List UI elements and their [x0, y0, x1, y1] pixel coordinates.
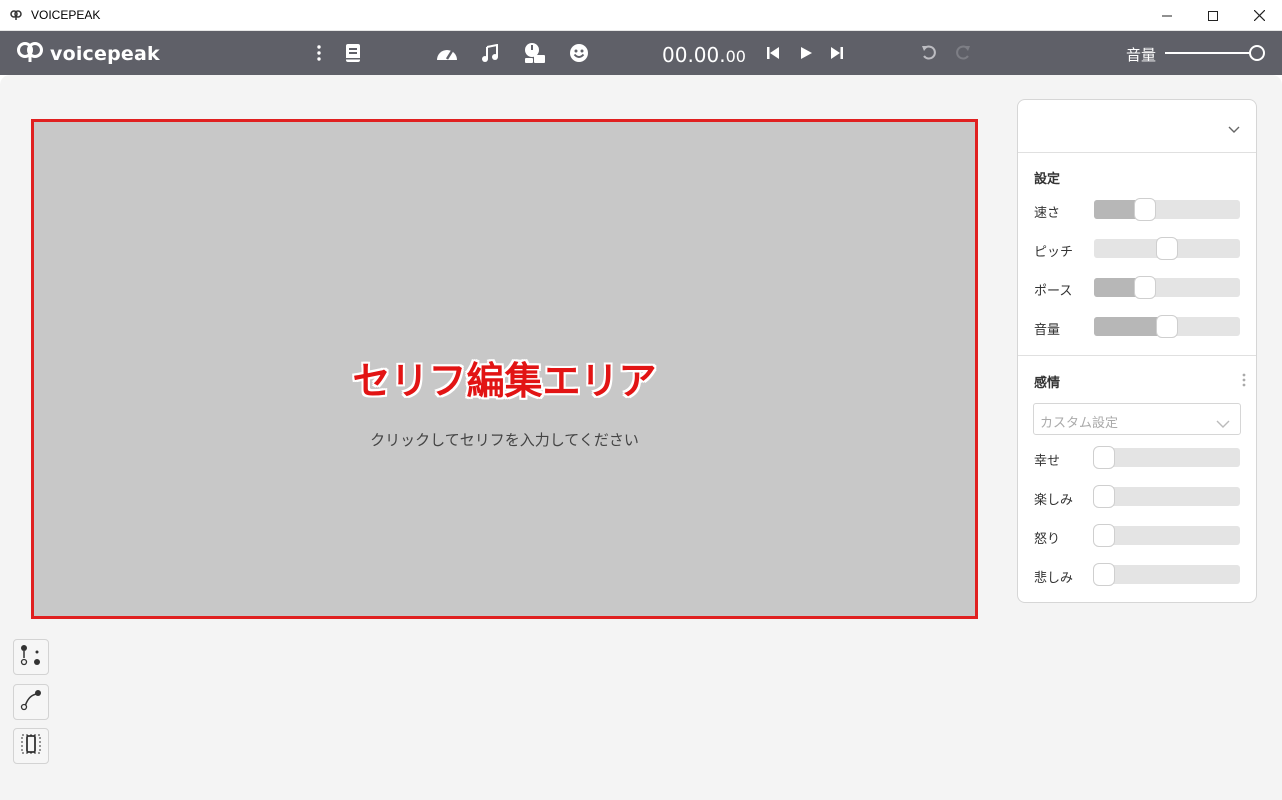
master-volume-slider[interactable]: [1165, 52, 1259, 54]
phoneme-tool-button[interactable]: [13, 639, 49, 675]
sad-label: 悲しみ: [1034, 571, 1074, 586]
edit-area-hint: クリックしてセリフを入力してください: [370, 431, 639, 449]
maximize-button[interactable]: [1190, 0, 1236, 31]
brand-name: voicepeak: [50, 43, 160, 65]
narrator-panel: 設定 速さ ピッチ ポース 音量 感情 カスタム設定 幸せ 楽しみ 怒り 悲しみ: [1017, 99, 1257, 603]
selection-tool-button[interactable]: [13, 728, 49, 764]
speed-label: 速さ: [1034, 206, 1061, 221]
angry-label: 怒り: [1034, 532, 1061, 547]
pitch-label: ピッチ: [1034, 245, 1074, 260]
redo-icon[interactable]: [952, 42, 974, 64]
kebab-menu-icon[interactable]: [308, 42, 330, 64]
pause-slider-knob[interactable]: [1134, 276, 1156, 299]
angry-slider[interactable]: [1093, 524, 1240, 547]
emotion-icon[interactable]: [568, 42, 590, 64]
curve-tool-button[interactable]: [13, 684, 49, 720]
sad-slider[interactable]: [1093, 563, 1240, 586]
edit-area-annotation: セリフ編集エリア: [352, 359, 657, 403]
app-logo-icon: [9, 8, 23, 22]
narrator-selector[interactable]: [1018, 100, 1256, 152]
emotion-menu-icon[interactable]: [1242, 372, 1246, 391]
settings-title: 設定: [1034, 172, 1061, 187]
chevron-down-icon: [1216, 414, 1230, 433]
voicepeak-logo-icon: [16, 41, 44, 67]
brand: voicepeak: [16, 41, 160, 67]
phoneme-tool-icon: [20, 644, 42, 670]
close-window-button[interactable]: [1236, 0, 1282, 31]
emotion-preset-select[interactable]: カスタム設定: [1033, 403, 1241, 435]
play-icon[interactable]: [795, 42, 817, 64]
emotion-preset-value: カスタム設定: [1040, 416, 1119, 431]
timer-icon[interactable]: [524, 42, 546, 64]
master-volume-label: 音量: [1126, 46, 1157, 64]
music-note-icon[interactable]: [479, 42, 501, 64]
master-volume-knob[interactable]: [1249, 45, 1265, 61]
undo-icon[interactable]: [918, 42, 940, 64]
pause-slider[interactable]: [1094, 276, 1240, 299]
volume-label: 音量: [1034, 323, 1061, 338]
dictionary-icon[interactable]: [342, 42, 364, 64]
timecode: 00.00.00: [662, 43, 746, 67]
happy-label: 幸せ: [1034, 454, 1061, 469]
speed-slider-knob[interactable]: [1134, 198, 1156, 221]
selection-tool-icon: [20, 733, 42, 759]
app-toolbar: voicepeak 00.00.00 音量: [0, 31, 1282, 75]
emotion-title: 感情: [1034, 376, 1061, 391]
fun-label: 楽しみ: [1034, 493, 1074, 508]
pitch-slider[interactable]: [1094, 237, 1240, 260]
minimize-button[interactable]: [1144, 0, 1190, 31]
happy-slider-knob[interactable]: [1093, 446, 1115, 469]
dialogue-edit-area[interactable]: セリフ編集エリア クリックしてセリフを入力してください: [31, 119, 978, 619]
sad-slider-knob[interactable]: [1093, 563, 1115, 586]
curve-tool-icon: [20, 689, 42, 715]
speed-slider[interactable]: [1094, 198, 1240, 221]
window-titlebar: VOICEPEAK: [0, 0, 1282, 31]
timecode-ms: 00: [725, 47, 746, 66]
pause-label: ポース: [1034, 284, 1073, 299]
volume-slider-knob[interactable]: [1156, 315, 1178, 338]
happy-slider[interactable]: [1093, 446, 1240, 469]
fun-slider[interactable]: [1093, 485, 1240, 508]
pitch-slider-knob[interactable]: [1156, 237, 1178, 260]
speedometer-icon[interactable]: [436, 42, 458, 64]
divider: [1018, 355, 1256, 356]
chevron-down-icon: [1228, 119, 1240, 138]
volume-slider[interactable]: [1094, 315, 1240, 338]
window-title: VOICEPEAK: [31, 8, 101, 22]
skip-back-icon[interactable]: [762, 42, 784, 64]
angry-slider-knob[interactable]: [1093, 524, 1115, 547]
timecode-main: 00.00.: [662, 43, 726, 67]
fun-slider-knob[interactable]: [1093, 485, 1115, 508]
skip-forward-icon[interactable]: [826, 42, 848, 64]
divider: [1018, 152, 1256, 153]
